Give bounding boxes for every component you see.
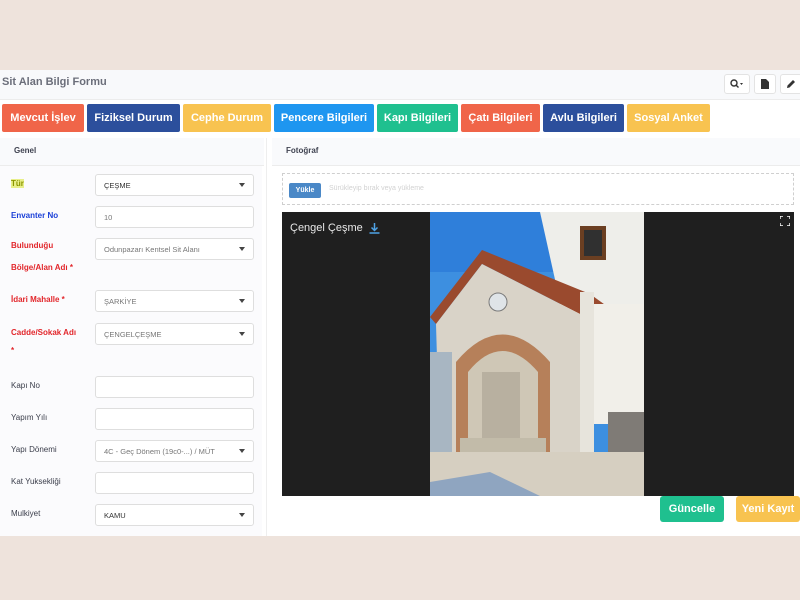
tab-mevcut-islev[interactable]: Mevcut İşlev [2,104,84,132]
tur-select-value: ÇEŞME [104,180,131,190]
chevron-down-icon [239,183,245,187]
document-button[interactable] [754,74,776,94]
tab-cati-bilgileri[interactable]: Çatı Bilgileri [461,104,540,132]
envanter-input[interactable]: 10 [95,206,254,228]
upload-button[interactable]: Yükle [289,183,321,198]
top-bar: Sit Alan Bilgi Formu [0,70,800,100]
envanter-label: Envanter No [11,211,59,220]
mulkiyet-label: Mulkiyet [11,509,41,518]
mahalle-select[interactable]: ŞARKİYE [95,290,254,312]
donem-label: Yapı Dönemi [11,445,57,454]
donem-select[interactable]: 4C - Geç Dönem (19c0-...) / MÜT [95,440,254,462]
upload-hint: Sürükleyip bırak veya yükleme [329,185,424,192]
form-screen: Sit Alan Bilgi Formu Mevcut İşlev Fiziks… [0,70,800,536]
kat-input[interactable] [95,472,254,494]
bolge-select[interactable]: Odunpazarı Kentsel Sit Alanı [95,238,254,260]
section-tabs: Mevcut İşlev Fiziksel Durum Cephe Durum … [0,104,800,132]
new-record-button[interactable]: Yeni Kayıt [736,496,800,522]
mulkiyet-select-value: KAMU [104,510,126,520]
section-header-fotograf: Fotoğraf [272,138,800,166]
yapim-input[interactable] [95,408,254,430]
edit-button[interactable] [780,74,800,94]
zoom-icon [730,79,743,88]
upload-dropzone[interactable]: Yükle Sürükleyip bırak veya yükleme [282,173,794,205]
zoom-dropdown-button[interactable] [724,74,750,94]
chevron-down-icon [239,299,245,303]
bolge-select-value: Odunpazarı Kentsel Sit Alanı [104,244,200,254]
tab-fiziksel-durum[interactable]: Fiziksel Durum [87,104,180,132]
section-header-genel: Genel [0,138,264,166]
yapim-label: Yapım Yılı [11,413,48,422]
cadde-select-value: ÇENGELÇEŞME [104,329,162,339]
download-icon[interactable] [369,222,380,234]
mahalle-select-value: ŞARKİYE [104,296,137,306]
kapi-label: Kapı No [11,381,40,390]
kapi-input[interactable] [95,376,254,398]
tab-avlu-bilgileri[interactable]: Avlu Bilgileri [543,104,624,132]
cadde-label: Cadde/Sokak Adı * [11,328,77,355]
photo-viewer: Çengel Çeşme [282,212,794,496]
bolge-label: Bulunduğu Bölge/Alan Adı * [11,241,73,272]
cadde-select[interactable]: ÇENGELÇEŞME [95,323,254,345]
photo-caption-text: Çengel Çeşme [290,222,363,234]
update-button[interactable]: Güncelle [660,496,724,522]
chevron-down-icon [239,247,245,251]
tur-select[interactable]: ÇEŞME [95,174,254,196]
fullscreen-icon[interactable] [780,216,790,226]
pencil-icon [787,80,795,88]
panel-divider [266,138,267,536]
donem-select-value: 4C - Geç Dönem (19c0-...) / MÜT [104,446,215,456]
fountain-photo [430,212,644,496]
chevron-down-icon [239,449,245,453]
tur-label: Tür [11,179,24,188]
tab-kapi-bilgileri[interactable]: Kapı Bilgileri [377,104,458,132]
section-title-fotograf: Fotoğraf [286,146,319,155]
document-icon [761,79,769,89]
envanter-input-value: 10 [104,212,113,222]
chevron-down-icon [239,513,245,517]
tab-cephe-durum[interactable]: Cephe Durum [183,104,271,132]
tab-pencere-bilgileri[interactable]: Pencere Bilgileri [274,104,374,132]
page-title: Sit Alan Bilgi Formu [2,76,107,88]
mulkiyet-select[interactable]: KAMU [95,504,254,526]
kat-label: Kat Yuksekliği [11,477,61,486]
tab-sosyal-anket[interactable]: Sosyal Anket [627,104,710,132]
mahalle-label: İdari Mahalle * [11,295,65,304]
photo-caption: Çengel Çeşme [290,222,380,234]
section-title-genel: Genel [14,146,37,155]
chevron-down-icon [239,332,245,336]
